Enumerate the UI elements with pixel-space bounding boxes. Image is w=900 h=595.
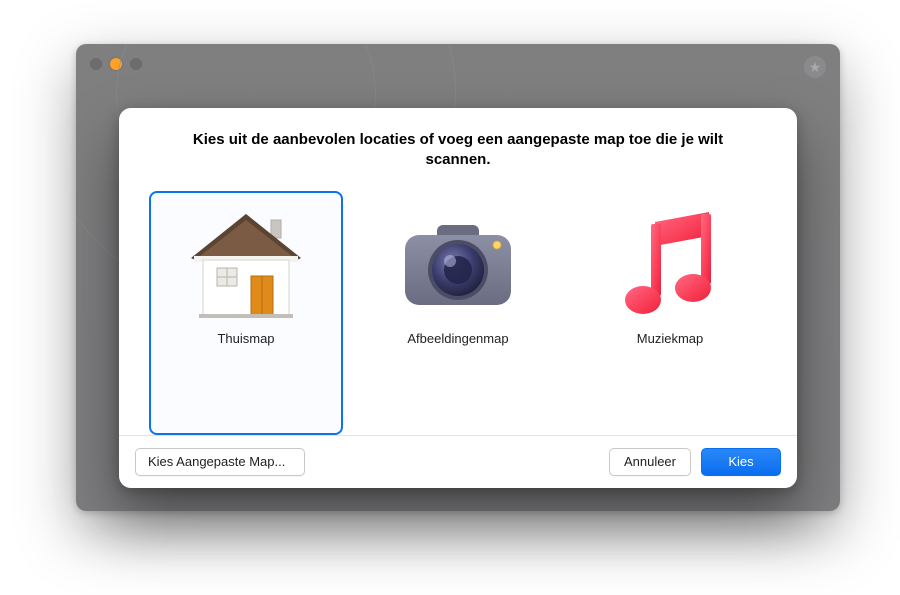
option-label: Afbeeldingenmap: [407, 331, 508, 346]
star-icon: ★: [804, 56, 826, 78]
option-label: Muziekmap: [637, 331, 703, 346]
pictures-folder-icon: [388, 207, 528, 325]
option-music-folder[interactable]: Muziekmap: [573, 191, 767, 435]
option-label: Thuismap: [217, 331, 274, 346]
choose-location-dialog: Kies uit de aanbevolen locaties of voeg …: [119, 108, 797, 488]
choose-custom-folder-button[interactable]: Kies Aangepaste Map...: [135, 448, 305, 476]
location-options: Thuismap: [119, 181, 797, 435]
cancel-button[interactable]: Annuleer: [609, 448, 691, 476]
choose-button[interactable]: Kies: [701, 448, 781, 476]
dialog-footer: Kies Aangepaste Map... Annuleer Kies: [119, 436, 797, 488]
option-home-folder[interactable]: Thuismap: [149, 191, 343, 435]
dialog-title: Kies uit de aanbevolen locaties of voeg …: [119, 108, 797, 181]
option-pictures-folder[interactable]: Afbeeldingenmap: [361, 191, 555, 435]
home-folder-icon: [176, 207, 316, 325]
music-folder-icon: [600, 207, 740, 325]
